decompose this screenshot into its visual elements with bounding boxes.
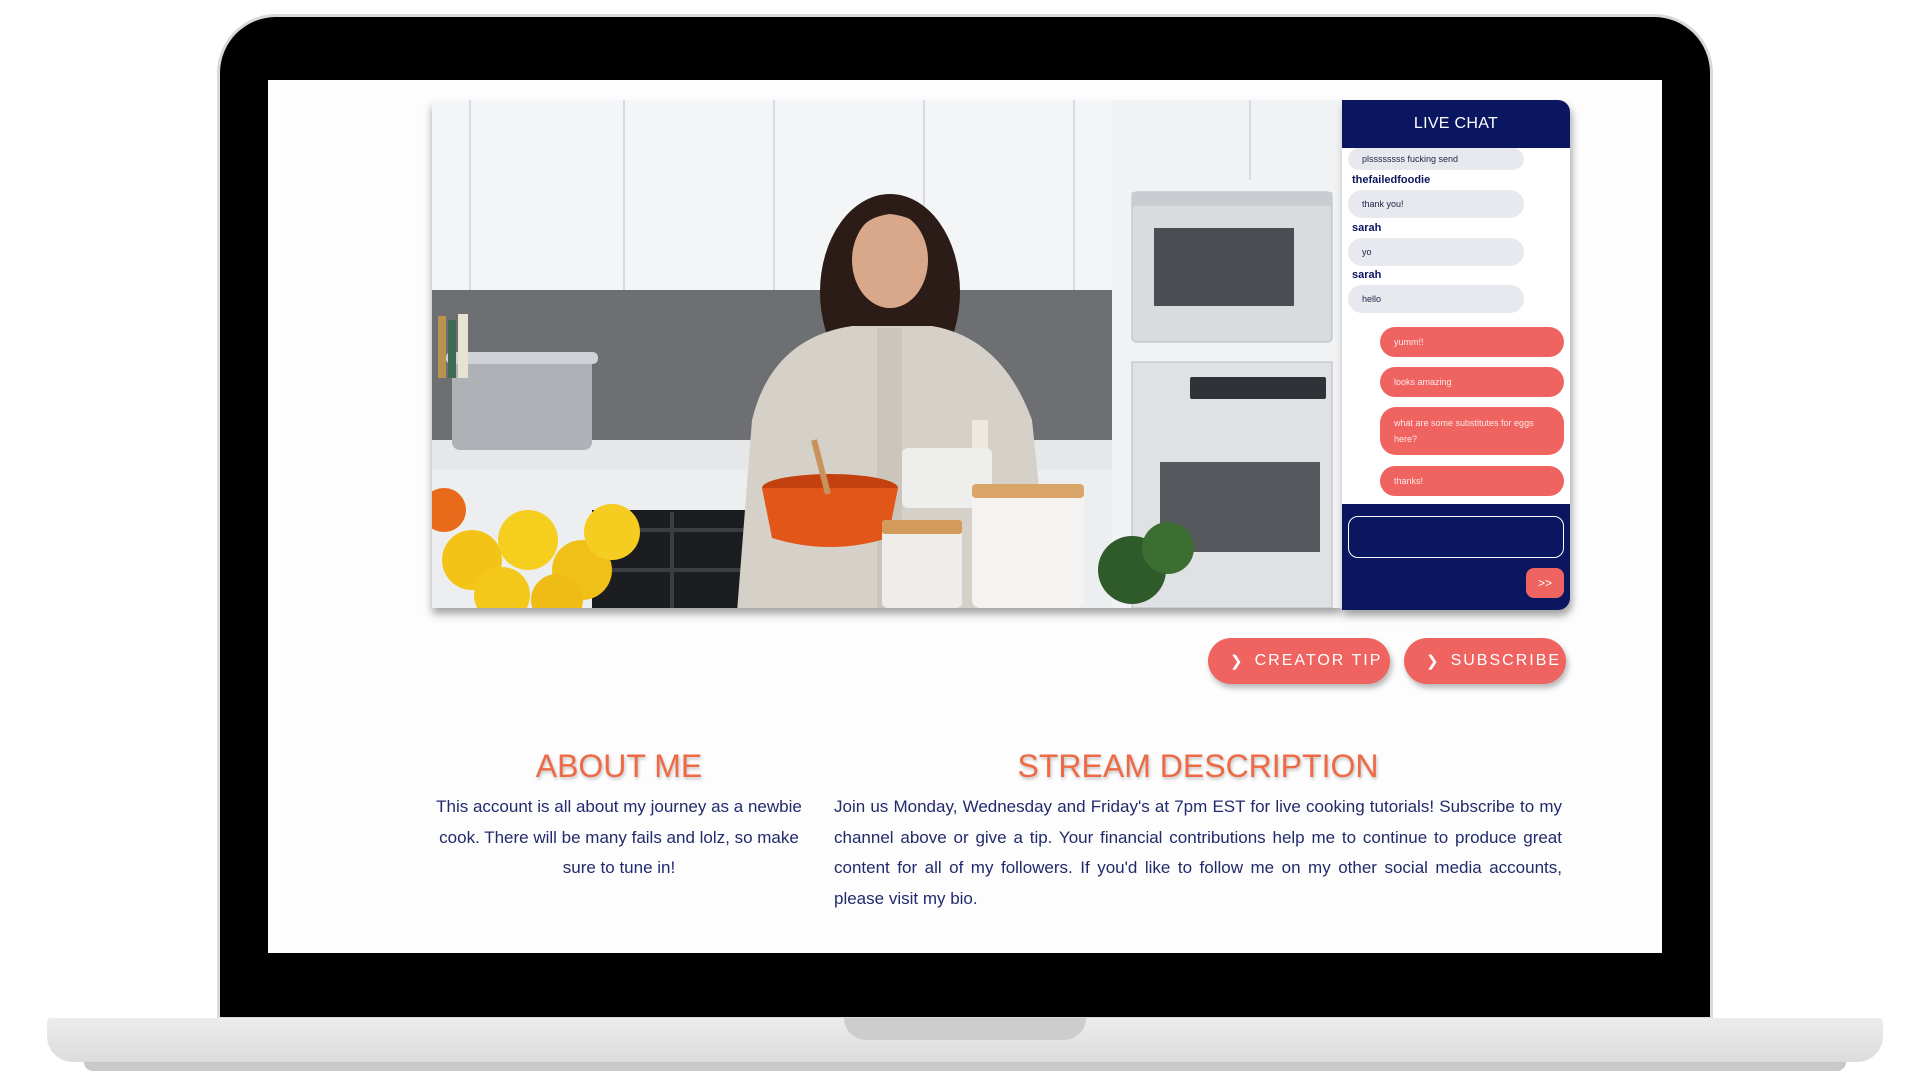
chat-message-outgoing: yumm!!: [1380, 327, 1564, 357]
chat-messages[interactable]: plssssssss fucking send thefailedfoodie …: [1342, 148, 1570, 504]
laptop-notch: [844, 1018, 1086, 1040]
subscribe-label: SUBSCRIBE: [1450, 652, 1562, 669]
chat-input[interactable]: [1348, 516, 1564, 558]
creator-tip-label: CREATOR TIP: [1254, 652, 1383, 669]
kitchen-photo: [432, 100, 1342, 608]
subscribe-button[interactable]: ❯ SUBSCRIBE: [1404, 638, 1566, 684]
creator-tip-button[interactable]: ❯ CREATOR TIP: [1208, 638, 1390, 684]
stream-description-text: Join us Monday, Wednesday and Friday's a…: [834, 797, 1562, 908]
chat-username: thefailedfoodie: [1352, 174, 1431, 186]
send-button[interactable]: >>: [1526, 568, 1564, 598]
chat-message-incoming: plssssssss fucking send: [1348, 148, 1524, 170]
chat-message-outgoing: thanks!: [1380, 466, 1564, 496]
chat-message-outgoing: what are some substitutes for eggs here?: [1380, 407, 1564, 455]
chat-title: LIVE CHAT: [1413, 115, 1499, 132]
about-text: This account is all about my journey as …: [436, 797, 802, 877]
chevron-right-icon: ❯: [1426, 653, 1439, 670]
chat-message-incoming: thank you!: [1348, 190, 1524, 218]
chat-message-incoming: yo: [1348, 238, 1524, 266]
about-title: ABOUT ME: [535, 748, 703, 784]
live-chat-panel: LIVE CHAT plssssssss fucking send thefai…: [1342, 100, 1570, 610]
chat-username: sarah: [1352, 269, 1382, 281]
stream-description-title: STREAM DESCRIPTION: [1017, 748, 1379, 784]
laptop-screen: LIVE CHAT plssssssss fucking send thefai…: [268, 80, 1662, 953]
laptop-base-shadow: [84, 1062, 1846, 1071]
chat-username: sarah: [1352, 222, 1382, 234]
chat-message-outgoing: looks amazing: [1380, 367, 1564, 397]
chevron-right-icon: ❯: [1230, 653, 1243, 670]
chat-message-incoming: hello: [1348, 285, 1524, 313]
stream-video[interactable]: [432, 100, 1342, 608]
